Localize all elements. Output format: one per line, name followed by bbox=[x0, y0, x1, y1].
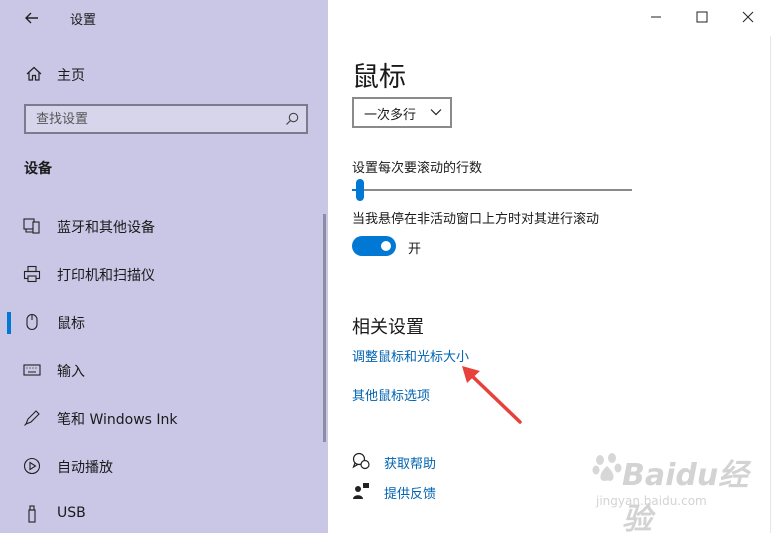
sidebar-item-mouse[interactable]: 鼠标 bbox=[0, 300, 322, 344]
get-help-link[interactable]: 获取帮助 bbox=[352, 451, 552, 475]
sidebar-item-label: 笔和 Windows Ink bbox=[57, 412, 178, 428]
sidebar-item-usb[interactable]: USB bbox=[0, 492, 322, 536]
inactive-scroll-label: 当我悬停在非活动窗口上方时对其进行滚动 bbox=[352, 212, 600, 227]
home-icon bbox=[26, 66, 42, 81]
feedback-person-icon bbox=[353, 483, 369, 499]
get-help-label: 获取帮助 bbox=[384, 457, 437, 472]
section-title: 设备 bbox=[24, 161, 52, 177]
nav-home[interactable]: 主页 bbox=[0, 56, 328, 92]
maximize-button[interactable] bbox=[679, 0, 725, 34]
chevron-down-icon bbox=[430, 109, 442, 116]
sidebar-item-bluetooth[interactable]: 蓝牙和其他设备 bbox=[0, 204, 322, 248]
app-title: 设置 bbox=[70, 13, 97, 28]
search-icon[interactable] bbox=[284, 111, 300, 127]
scroll-mode-value: 一次多行 bbox=[364, 108, 417, 123]
usb-icon bbox=[28, 505, 36, 523]
close-icon bbox=[742, 11, 754, 23]
lines-slider-thumb[interactable] bbox=[356, 179, 365, 201]
toggle-state-label: 开 bbox=[408, 242, 422, 257]
autoplay-icon bbox=[23, 457, 41, 475]
paw-logo-icon bbox=[592, 453, 622, 481]
help-chat-icon bbox=[352, 452, 370, 470]
sidebar-item-pen[interactable]: 笔和 Windows Ink bbox=[0, 396, 322, 440]
additional-mouse-options-link[interactable]: 其他鼠标选项 bbox=[352, 385, 430, 404]
give-feedback-link[interactable]: 提供反馈 bbox=[352, 481, 552, 505]
active-indicator bbox=[7, 312, 11, 334]
watermark-url: jingyan.baidu.com bbox=[596, 494, 707, 508]
nav-home-label: 主页 bbox=[57, 68, 85, 84]
minimize-button[interactable] bbox=[633, 0, 679, 34]
search-input[interactable] bbox=[26, 106, 286, 132]
sidebar-item-label: 自动播放 bbox=[57, 460, 113, 476]
sidebar-item-label: USB bbox=[57, 505, 86, 521]
minimize-icon bbox=[651, 16, 661, 18]
sidebar: 设置 主页 设备 蓝牙和其他设备 打印机和扫描仪 bbox=[0, 0, 328, 533]
sidebar-scrollbar[interactable] bbox=[323, 214, 326, 442]
search-box[interactable] bbox=[24, 104, 308, 134]
lines-slider-label: 设置每次要滚动的行数 bbox=[352, 161, 483, 176]
sidebar-item-label: 鼠标 bbox=[57, 316, 85, 332]
sidebar-item-typing[interactable]: 输入 bbox=[0, 348, 322, 392]
toggle-knob bbox=[381, 241, 391, 251]
give-feedback-label: 提供反馈 bbox=[384, 487, 437, 502]
baidu-watermark: Baidu经验 jingyan.baidu.com bbox=[592, 446, 772, 537]
page-title: 鼠标 bbox=[352, 62, 406, 93]
sidebar-item-autoplay[interactable]: 自动播放 bbox=[0, 444, 322, 488]
mouse-icon bbox=[26, 313, 38, 331]
maximize-icon bbox=[696, 11, 708, 23]
pen-icon bbox=[24, 410, 40, 426]
sidebar-item-label: 蓝牙和其他设备 bbox=[57, 220, 155, 236]
bluetooth-devices-icon bbox=[23, 218, 40, 234]
related-settings-title: 相关设置 bbox=[352, 317, 424, 338]
scroll-mode-dropdown[interactable]: 一次多行 bbox=[352, 97, 452, 128]
keyboard-icon bbox=[23, 364, 41, 376]
back-button[interactable] bbox=[16, 2, 48, 34]
lines-slider-track[interactable] bbox=[352, 189, 632, 191]
adjust-mouse-cursor-size-link[interactable]: 调整鼠标和光标大小 bbox=[352, 346, 469, 365]
back-arrow-icon bbox=[25, 12, 38, 24]
inactive-scroll-toggle[interactable] bbox=[352, 236, 396, 256]
sidebar-item-label: 打印机和扫描仪 bbox=[57, 268, 155, 284]
sidebar-item-label: 输入 bbox=[57, 364, 85, 380]
close-button[interactable] bbox=[725, 0, 771, 34]
sidebar-item-printers[interactable]: 打印机和扫描仪 bbox=[0, 252, 322, 296]
printer-icon bbox=[23, 265, 41, 283]
